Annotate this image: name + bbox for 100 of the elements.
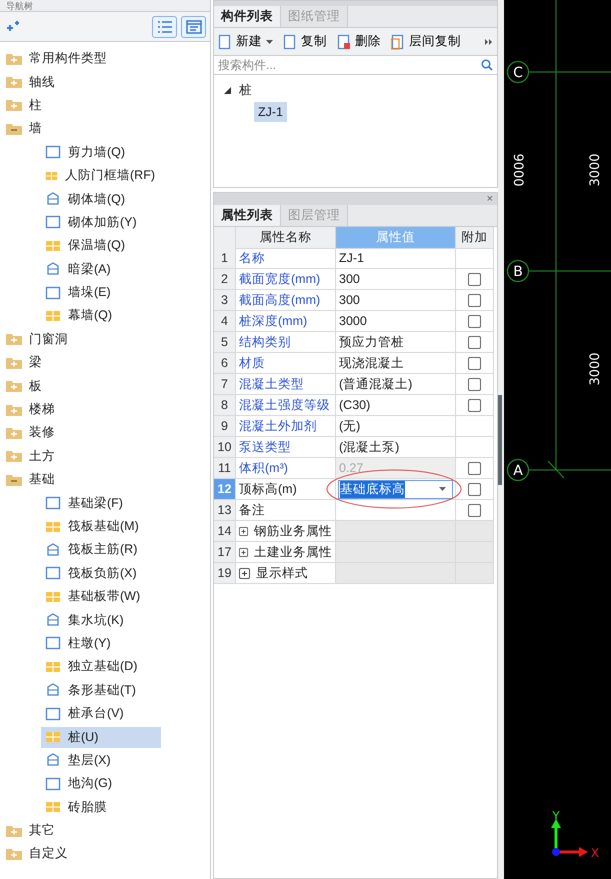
table-cell[interactable]: (无) xyxy=(336,416,456,437)
tree-item[interactable]: 板 xyxy=(29,378,42,395)
tree-item[interactable]: 常用构件类型 xyxy=(29,50,107,68)
table-cell[interactable]: 现浇混凝土 xyxy=(336,353,456,374)
table-cell[interactable]: 显示样式 xyxy=(236,563,336,584)
tree-item[interactable]: 筏板负筋(X) xyxy=(41,562,161,584)
tree-item[interactable]: 剪力墙(Q) xyxy=(41,142,161,163)
close-icon[interactable]: × xyxy=(486,194,493,204)
toolbar-button[interactable]: 层间复制 xyxy=(391,33,461,50)
tree-item[interactable]: 筏板基础(M) xyxy=(41,516,161,537)
checkbox[interactable] xyxy=(468,482,481,496)
table-cell[interactable]: (C30) xyxy=(336,395,456,416)
tree-item[interactable]: 地沟(G) xyxy=(41,773,161,794)
caret-icon xyxy=(266,40,273,44)
toolbar-button[interactable]: 新建 xyxy=(218,33,273,50)
search-field[interactable]: 搜索构件... xyxy=(218,58,481,72)
tree-item[interactable]: 门窗洞 xyxy=(29,330,68,348)
checkbox[interactable] xyxy=(468,272,481,286)
tree-item[interactable]: 其它 xyxy=(29,822,55,840)
toolbar-button[interactable]: 删除 xyxy=(337,33,381,50)
row-number: 6 xyxy=(214,353,236,374)
tree-item[interactable]: 土方 xyxy=(29,448,55,465)
row-number: 5 xyxy=(214,332,236,353)
document-icon xyxy=(283,34,297,50)
checkbox[interactable] xyxy=(468,336,481,348)
wall-panel-icon xyxy=(45,145,61,160)
expand-icon[interactable] xyxy=(239,568,250,578)
tree-item[interactable]: 自定义 xyxy=(29,845,68,862)
checkbox[interactable] xyxy=(468,504,481,516)
checkbox[interactable] xyxy=(468,378,481,390)
more-icon[interactable] xyxy=(485,38,493,46)
open-folder-icon[interactable] xyxy=(6,474,22,486)
table-cell: 桩深度(mm) xyxy=(236,311,336,332)
table-cell[interactable]: 300 xyxy=(336,290,456,311)
checkbox[interactable] xyxy=(468,462,481,474)
tree-item[interactable]: 垫层(X) xyxy=(41,750,161,771)
tree-item[interactable]: 筏板主筋(R) xyxy=(41,539,161,560)
coordinate-axes-drawing: Y X xyxy=(551,809,600,860)
tab[interactable]: 属性列表 xyxy=(214,205,281,226)
list-icon xyxy=(156,20,172,34)
tree-item[interactable]: 桩承台(V) xyxy=(41,703,161,724)
toolbar-button[interactable]: 复制 xyxy=(283,33,327,50)
tree-item[interactable]: 暗梁(A) xyxy=(41,258,161,280)
tree-item[interactable]: 条形基础(T) xyxy=(41,680,161,701)
tree-item[interactable]: 楼梯 xyxy=(29,401,55,418)
tree-item[interactable]: 人防门框墙(RF) xyxy=(41,165,161,186)
tree-item[interactable]: ZJ-1 xyxy=(254,102,287,122)
checkbox[interactable] xyxy=(468,398,481,412)
drawing-canvas[interactable]: C B A 9000 3000 3000 Y X xyxy=(504,0,611,879)
tree-item[interactable]: 墙垛(E) xyxy=(41,282,161,304)
column-header: 属性值 xyxy=(336,227,456,249)
tree-item[interactable]: 柱 xyxy=(29,96,42,114)
checkbox[interactable] xyxy=(468,294,481,306)
table-cell[interactable]: 钢筋业务属性 xyxy=(236,521,336,542)
splitter-handle[interactable] xyxy=(498,394,502,484)
row-number: 3 xyxy=(214,290,236,311)
panel-view-button[interactable] xyxy=(181,16,206,38)
tree-item[interactable]: 轴线 xyxy=(29,74,55,91)
tab[interactable]: 构件列表 xyxy=(214,6,281,27)
tree-item[interactable]: 装修 xyxy=(29,424,55,442)
search-icon[interactable] xyxy=(481,59,493,71)
tree-item[interactable]: 基础 xyxy=(29,471,55,488)
tree-item[interactable]: 基础板带(W) xyxy=(41,586,161,608)
tree-item[interactable]: 砖胎膜 xyxy=(41,796,161,818)
sparkle-icon[interactable] xyxy=(6,20,20,32)
expand-icon[interactable] xyxy=(239,546,248,558)
tree-item[interactable]: 独立基础(D) xyxy=(41,656,161,678)
tree-item[interactable]: 梁 xyxy=(29,354,42,372)
list-view-button[interactable] xyxy=(152,16,177,38)
tree-item[interactable]: 基础梁(F) xyxy=(41,492,161,514)
tree-item[interactable]: 桩 xyxy=(239,82,252,98)
tree-item[interactable]: 砌体墙(Q) xyxy=(41,188,161,210)
checkbox[interactable] xyxy=(468,314,481,328)
tree-item[interactable]: 柱墩(Y) xyxy=(41,632,161,654)
row-number: 11 xyxy=(214,458,236,479)
tree-item[interactable]: 集水坑(K) xyxy=(41,610,161,631)
row-number: 14 xyxy=(214,521,236,542)
row-number: 13 xyxy=(214,500,236,521)
table-cell[interactable]: ZJ-1 xyxy=(336,248,456,269)
dropdown-field[interactable]: 基础底标高 xyxy=(338,480,453,498)
tree-item[interactable]: 保温墙(Q) xyxy=(41,235,161,256)
table-cell[interactable]: 预应力管桩 xyxy=(336,332,456,353)
row-number: 9 xyxy=(214,416,236,437)
expand-triangle-icon[interactable] xyxy=(224,86,231,94)
open-folder-icon[interactable] xyxy=(6,122,22,135)
tree-item[interactable]: 砌体加筋(Y) xyxy=(41,212,161,233)
checkbox[interactable] xyxy=(468,356,481,370)
table-cell: 材质 xyxy=(236,353,336,374)
table-cell[interactable]: 3000 xyxy=(336,311,456,332)
expand-icon[interactable] xyxy=(239,526,248,536)
tree-item[interactable]: 墙 xyxy=(29,120,42,138)
dimension-text: 3000 xyxy=(588,153,603,187)
table-cell[interactable]: 土建业务属性 xyxy=(236,542,336,563)
table-cell xyxy=(456,542,494,563)
table-cell[interactable]: (普通混凝土) xyxy=(336,374,456,395)
selected-tree-item[interactable]: 桩(U) xyxy=(41,726,161,748)
row-number: 7 xyxy=(214,374,236,395)
table-cell[interactable]: 300 xyxy=(336,269,456,290)
tree-item[interactable]: 幕墙(Q) xyxy=(41,305,161,326)
row-number: 17 xyxy=(214,542,236,563)
